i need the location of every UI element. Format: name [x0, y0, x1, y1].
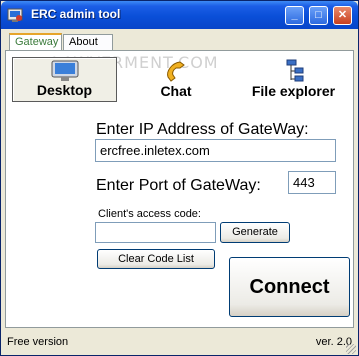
desktop-mode-label: Desktop — [36, 82, 93, 98]
title-bar[interactable]: ERC admin tool _ □ ✕ — [1, 1, 358, 29]
minimize-button[interactable]: _ — [285, 6, 304, 25]
license-status: Free version — [7, 336, 69, 348]
generate-button[interactable]: Generate — [220, 222, 290, 243]
app-window: ERC admin tool _ □ ✕ Gateway About LAWYE… — [0, 0, 359, 356]
chat-mode-button[interactable]: Chat — [131, 57, 221, 102]
access-code-input[interactable] — [95, 222, 216, 243]
resize-grip[interactable] — [346, 344, 356, 354]
port-input[interactable] — [288, 171, 336, 194]
tab-about[interactable]: About — [63, 34, 113, 50]
tab-gateway[interactable]: Gateway — [9, 33, 62, 51]
maximize-button[interactable]: □ — [309, 6, 328, 25]
chat-mode-label: Chat — [160, 83, 192, 99]
ip-address-label: Enter IP Address of GateWay: — [96, 121, 309, 138]
window-title: ERC admin tool — [31, 7, 121, 21]
gateway-panel: LAWYERMENT.COM Desktop Chat File explore… — [5, 50, 354, 328]
desktop-mode-button[interactable]: Desktop — [12, 57, 117, 102]
close-icon: ✕ — [337, 9, 348, 21]
file-explorer-mode-button[interactable]: File explorer — [236, 57, 351, 102]
clear-code-list-button[interactable]: Clear Code List — [97, 249, 215, 269]
status-bar: Free version ver. 2.0 — [5, 332, 356, 354]
connect-button[interactable]: Connect — [229, 257, 350, 317]
file-tree-icon — [286, 59, 303, 82]
telephone-icon — [167, 61, 185, 82]
close-button[interactable]: ✕ — [333, 6, 352, 25]
maximize-icon: □ — [315, 9, 322, 21]
minimize-icon: _ — [291, 9, 298, 21]
monitor-icon — [51, 60, 78, 81]
file-explorer-mode-label: File explorer — [251, 83, 336, 99]
access-code-label: Client's access code: — [98, 208, 201, 220]
ip-address-input[interactable] — [95, 139, 336, 162]
port-label: Enter Port of GateWay: — [96, 177, 261, 194]
app-icon — [7, 8, 23, 22]
